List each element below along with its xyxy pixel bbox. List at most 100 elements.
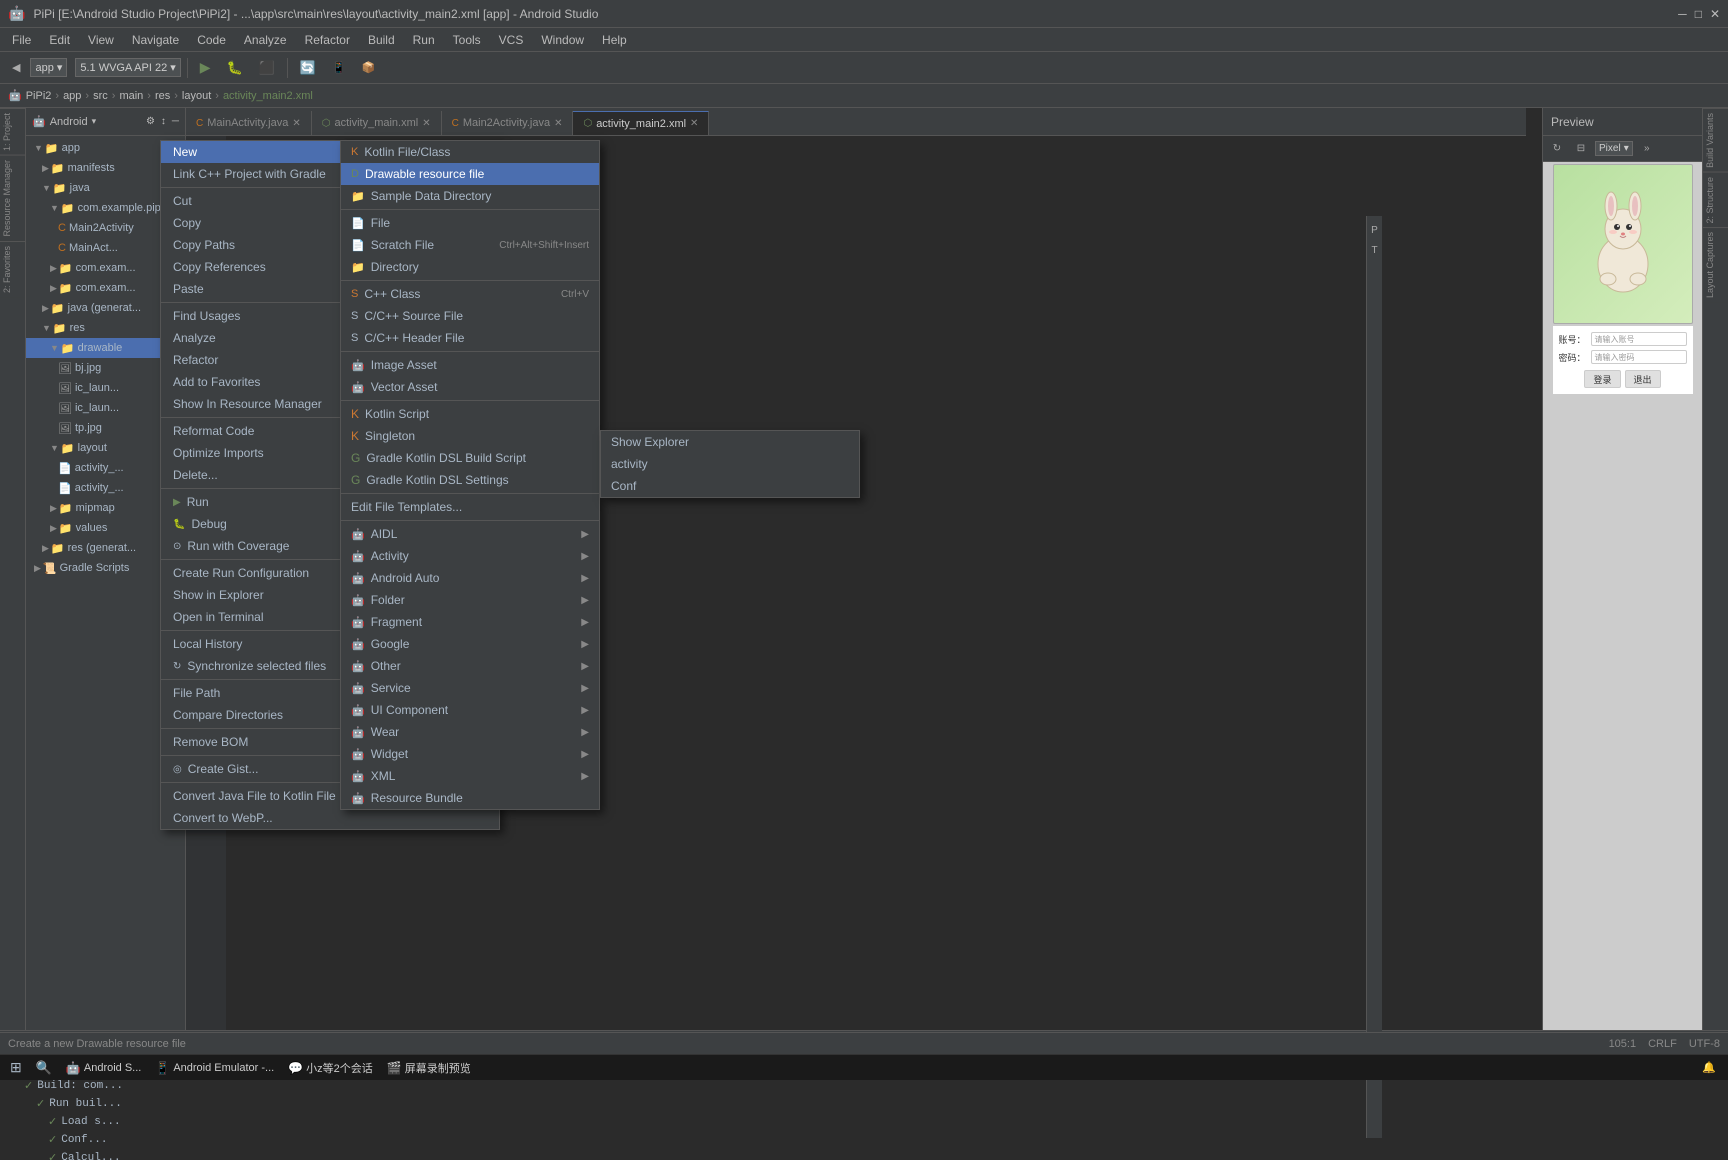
breadcrumb-item-6[interactable]: layout [182, 90, 211, 102]
tab-close-2[interactable]: ✕ [422, 118, 430, 129]
submenu-kotlin-script[interactable]: K Kotlin Script [341, 403, 599, 425]
toolbar-app-config[interactable]: app ▾ [30, 58, 67, 77]
menu-code[interactable]: Code [189, 31, 234, 49]
ctx-convert-webp[interactable]: Convert to WebP... [161, 807, 499, 829]
submenu-google[interactable]: 🤖 Google ▶ [341, 633, 599, 655]
menu-edit[interactable]: Edit [41, 31, 78, 49]
preview-device-select[interactable]: Pixel ▾ [1595, 141, 1633, 156]
build-ok-5: ✓ [48, 1151, 57, 1160]
menu-run[interactable]: Run [405, 31, 443, 49]
submenu-kotlin-file[interactable]: K Kotlin File/Class [341, 141, 599, 163]
submenu-fragment[interactable]: 🤖 Fragment ▶ [341, 611, 599, 633]
submenu-gradle-build[interactable]: G Gradle Kotlin DSL Build Script [341, 447, 599, 469]
preview-refresh[interactable]: ↻ [1547, 139, 1567, 159]
tool-build-variants[interactable]: Build Variants [1703, 108, 1728, 172]
submenu-drawable-resource[interactable]: D Drawable resource file [341, 163, 599, 185]
submenu-ui-component[interactable]: 🤖 UI Component ▶ [341, 699, 599, 721]
window-close[interactable]: ✕ [1710, 7, 1720, 21]
submenu-file[interactable]: 📄 File [341, 212, 599, 234]
breadcrumb-item-4[interactable]: main [119, 90, 143, 102]
activity-activity[interactable]: activity [601, 453, 859, 475]
breadcrumb-item-5[interactable]: res [155, 90, 170, 102]
status-position[interactable]: 105:1 [1609, 1038, 1637, 1050]
toolbar-sdk[interactable]: 📦 [356, 59, 382, 76]
preview-layout-toggle[interactable]: ⊟ [1571, 139, 1591, 159]
submenu-scratch-file[interactable]: 📄 Scratch File Ctrl+Alt+Shift+Insert [341, 234, 599, 256]
tool-resource-manager[interactable]: Resource Manager [0, 155, 25, 241]
submenu-resource-bundle[interactable]: 🤖 Resource Bundle [341, 787, 599, 809]
submenu-activity[interactable]: 🤖 Activity ▶ [341, 545, 599, 567]
preview-expand[interactable]: » [1637, 139, 1657, 159]
menu-analyze[interactable]: Analyze [236, 31, 295, 49]
submenu-wear[interactable]: 🤖 Wear ▶ [341, 721, 599, 743]
toolbar-debug[interactable]: 🐛 [221, 58, 249, 78]
tab-mainactivity-java[interactable]: C MainActivity.java ✕ [186, 111, 312, 135]
submenu-cpp-class[interactable]: S C++ Class Ctrl+V [341, 283, 599, 305]
window-minimize[interactable]: ─ [1678, 7, 1687, 21]
taskbar-android-studio[interactable]: 🤖 Android S... [60, 1059, 147, 1077]
tab-close-3[interactable]: ✕ [554, 118, 562, 129]
toolbar-run[interactable]: ▶ [194, 57, 217, 78]
menu-tools[interactable]: Tools [445, 31, 489, 49]
toolbar-avd[interactable]: 📱 [326, 59, 352, 76]
taskbar-emulator[interactable]: 📱 Android Emulator -... [149, 1059, 280, 1077]
submenu-folder[interactable]: 🤖 Folder ▶ [341, 589, 599, 611]
toolbar-sync[interactable]: 🔄 [294, 58, 322, 78]
submenu-cpp-source[interactable]: S C/C++ Source File [341, 305, 599, 327]
breadcrumb-item-3[interactable]: src [93, 90, 108, 102]
submenu-sample-data-dir[interactable]: 📁 Sample Data Directory [341, 185, 599, 207]
menu-window[interactable]: Window [533, 31, 592, 49]
toolbar-device-config[interactable]: 5.1 WVGA API 22 ▾ [75, 58, 180, 77]
status-encoding[interactable]: UTF-8 [1689, 1038, 1720, 1050]
menu-view[interactable]: View [80, 31, 122, 49]
component-tree-icon[interactable]: T [1365, 240, 1385, 260]
submenu-widget[interactable]: 🤖 Widget ▶ [341, 743, 599, 765]
menu-build[interactable]: Build [360, 31, 403, 49]
submenu-image-asset[interactable]: 🤖 Image Asset [341, 354, 599, 376]
project-collapse[interactable]: ─ [172, 116, 179, 127]
submenu-singleton[interactable]: K Singleton [341, 425, 599, 447]
menu-refactor[interactable]: Refactor [297, 31, 358, 49]
tool-project[interactable]: 1: Project [0, 108, 25, 155]
tab-activity-main-xml[interactable]: ⬡ activity_main.xml ✕ [312, 111, 442, 135]
tab-close-1[interactable]: ✕ [292, 118, 300, 129]
tool-layout-captures[interactable]: Layout Captures [1703, 227, 1728, 302]
title-text: PiPi [E:\Android Studio Project\PiPi2] -… [33, 7, 598, 21]
tool-favorites[interactable]: 2: Favorites [0, 241, 25, 297]
submenu-directory[interactable]: 📁 Directory [341, 256, 599, 278]
submenu-android-auto[interactable]: 🤖 Android Auto ▶ [341, 567, 599, 589]
breadcrumb-item-2[interactable]: app [63, 90, 81, 102]
submenu-edit-templates[interactable]: Edit File Templates... [341, 496, 599, 518]
taskbar-windows-icon[interactable]: ⊞ [4, 1059, 28, 1076]
submenu-gradle-settings[interactable]: G Gradle Kotlin DSL Settings [341, 469, 599, 491]
toolbar-nav-back[interactable]: ◀ [6, 59, 26, 76]
submenu-other[interactable]: 🤖 Other ▶ [341, 655, 599, 677]
taskbar-search[interactable]: 🔍 [30, 1060, 58, 1076]
android-dropdown[interactable]: ▾ [92, 116, 97, 127]
breadcrumb-item-1[interactable]: PiPi2 [26, 90, 52, 102]
taskbar-chat[interactable]: 💬 小z等2个会话 [282, 1058, 379, 1078]
toolbar-stop[interactable]: ⬛ [253, 58, 281, 78]
activity-conf[interactable]: Conf [601, 475, 859, 497]
tab-activity-main2-xml[interactable]: ⬡ activity_main2.xml ✕ [573, 111, 709, 135]
tab-main2activity-java[interactable]: C Main2Activity.java ✕ [442, 111, 574, 135]
palette-icon[interactable]: P [1365, 220, 1385, 240]
menu-file[interactable]: File [4, 31, 39, 49]
activity-show-explorer[interactable]: Show Explorer [601, 431, 859, 453]
window-maximize[interactable]: □ [1695, 7, 1702, 21]
tool-structure[interactable]: 2: Structure [1703, 172, 1728, 228]
project-sync[interactable]: ↕ [161, 116, 166, 127]
project-gear[interactable]: ⚙ [146, 116, 155, 127]
submenu-cpp-header[interactable]: S C/C++ Header File [341, 327, 599, 349]
tab-close-4[interactable]: ✕ [690, 118, 698, 129]
breadcrumb-item-7[interactable]: activity_main2.xml [223, 90, 313, 102]
menu-navigate[interactable]: Navigate [124, 31, 187, 49]
taskbar-screen-record[interactable]: 🎬 屏幕录制预览 [381, 1058, 477, 1078]
submenu-vector-asset[interactable]: 🤖 Vector Asset [341, 376, 599, 398]
submenu-xml[interactable]: 🤖 XML ▶ [341, 765, 599, 787]
status-line-ending[interactable]: CRLF [1648, 1038, 1677, 1050]
submenu-service[interactable]: 🤖 Service ▶ [341, 677, 599, 699]
menu-vcs[interactable]: VCS [491, 31, 532, 49]
submenu-aidl[interactable]: 🤖 AIDL ▶ [341, 523, 599, 545]
menu-help[interactable]: Help [594, 31, 635, 49]
